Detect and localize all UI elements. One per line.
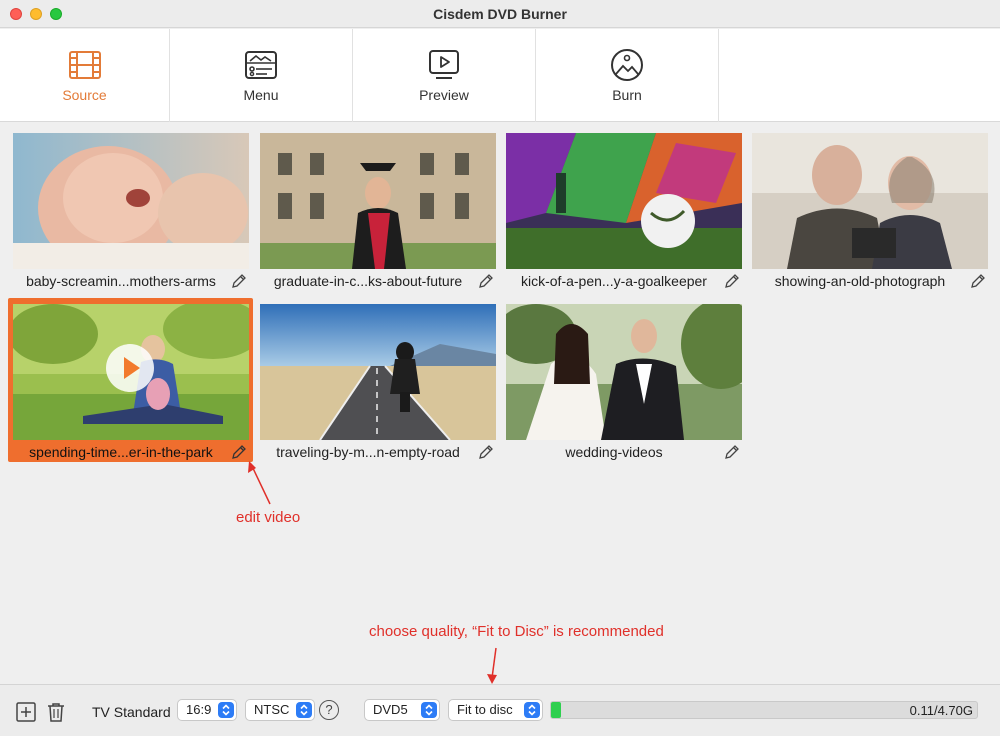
video-card[interactable]: traveling-by-m...n-empty-road xyxy=(260,304,496,464)
title-bar: Cisdem DVD Burner xyxy=(0,0,1000,28)
aspect-ratio-select[interactable]: 16:9 xyxy=(177,699,237,721)
pencil-icon[interactable] xyxy=(970,273,986,289)
tab-burn-label: Burn xyxy=(612,87,642,103)
video-thumbnail[interactable] xyxy=(506,133,742,269)
tv-standard-select[interactable]: NTSC xyxy=(245,699,315,721)
pencil-icon[interactable] xyxy=(724,273,740,289)
video-thumbnail[interactable] xyxy=(260,133,496,269)
film-icon xyxy=(68,51,101,79)
aspect-ratio-value: 16:9 xyxy=(186,702,212,717)
video-grid: baby-screamin...mothers-arms graduate-in… xyxy=(0,122,1000,684)
main-toolbar: Source Menu Preview Burn xyxy=(0,29,1000,122)
chevron-updown-icon xyxy=(296,702,312,718)
pencil-icon[interactable] xyxy=(478,273,494,289)
video-thumbnail[interactable] xyxy=(752,133,988,269)
annotation-edit-video: edit video xyxy=(236,509,301,526)
video-title: graduate-in-c...ks-about-future xyxy=(273,273,463,289)
annotation-quality-hint: choose quality, “Fit to Disc” is recomme… xyxy=(369,623,664,640)
pencil-icon[interactable] xyxy=(724,444,740,460)
pencil-icon[interactable] xyxy=(478,444,494,460)
trash-icon[interactable] xyxy=(45,701,67,723)
annotation-arrow xyxy=(487,647,497,684)
tv-standard-value: NTSC xyxy=(254,702,290,717)
play-icon xyxy=(429,50,459,79)
video-title: kick-of-a-pen...y-a-goalkeeper xyxy=(521,273,707,289)
video-card[interactable]: kick-of-a-pen...y-a-goalkeeper xyxy=(506,133,742,293)
disc-type-value: DVD5 xyxy=(373,702,408,717)
video-title: wedding-videos xyxy=(565,444,663,460)
pencil-icon[interactable] xyxy=(231,273,247,289)
video-title: spending-time...er-in-the-park xyxy=(29,444,213,460)
video-card[interactable]: showing-an-old-photograph xyxy=(752,133,988,293)
video-card[interactable]: graduate-in-c...ks-about-future xyxy=(260,133,496,293)
chevron-updown-icon xyxy=(218,702,234,718)
disc-usage-bar: 0.11/4.70G xyxy=(550,701,978,719)
disc-icon xyxy=(611,49,643,81)
chevron-updown-icon xyxy=(524,702,540,718)
tab-menu-label: Menu xyxy=(243,87,279,103)
tab-preview[interactable]: Preview xyxy=(353,29,536,122)
tab-source-label: Source xyxy=(62,87,107,103)
tv-standard-label: TV Standard xyxy=(92,704,171,720)
video-title: traveling-by-m...n-empty-road xyxy=(276,444,460,460)
tab-menu[interactable]: Menu xyxy=(170,29,353,122)
disc-type-select[interactable]: DVD5 xyxy=(364,699,440,721)
quality-value: Fit to disc xyxy=(457,702,513,717)
quality-select[interactable]: Fit to disc xyxy=(448,699,543,721)
tab-burn[interactable]: Burn xyxy=(536,29,719,122)
window-title: Cisdem DVD Burner xyxy=(433,6,567,22)
video-card-selected[interactable]: spending-time...er-in-the-park xyxy=(13,304,249,464)
annotation-arrow xyxy=(248,461,271,505)
video-title: baby-screamin...mothers-arms xyxy=(26,273,216,289)
chevron-updown-icon xyxy=(421,702,437,718)
bottom-bar: TV Standard 16:9 NTSC ? DVD5 Fit to disc… xyxy=(0,684,1000,736)
video-thumbnail[interactable] xyxy=(260,304,496,440)
disc-usage-fill xyxy=(551,702,561,718)
video-thumbnail[interactable] xyxy=(506,304,742,440)
video-card[interactable]: baby-screamin...mothers-arms xyxy=(13,133,249,293)
tab-source[interactable]: Source xyxy=(0,29,170,122)
video-card[interactable]: wedding-videos xyxy=(506,304,742,464)
disc-usage-text: 0.11/4.70G xyxy=(909,703,973,718)
tab-preview-label: Preview xyxy=(419,87,469,103)
help-button[interactable]: ? xyxy=(319,700,339,720)
video-thumbnail[interactable] xyxy=(13,304,249,440)
add-icon[interactable] xyxy=(15,701,37,723)
video-title: showing-an-old-photograph xyxy=(774,273,946,289)
menu-icon xyxy=(245,51,277,79)
video-thumbnail[interactable] xyxy=(13,133,249,269)
